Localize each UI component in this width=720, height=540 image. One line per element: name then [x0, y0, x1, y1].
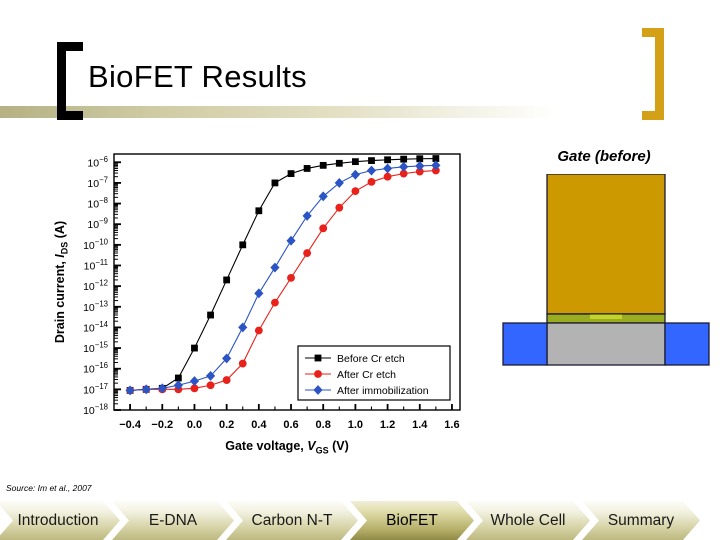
series-marker: [335, 203, 344, 212]
y-axis-tick-label: 10−12: [83, 279, 108, 294]
section-navigation-bar: Introduction E-DNA Carbon N-T BioFET Whole C…: [0, 501, 720, 540]
series-marker: [239, 241, 247, 249]
title-accent-bar: [0, 106, 560, 118]
chart-legend: Before Cr etch After Cr etch After immobil…: [297, 345, 451, 401]
series-marker: [254, 326, 263, 335]
y-axis-tick-label: 10−9: [87, 217, 108, 232]
series-marker: [351, 187, 360, 196]
oxide-highlight: [590, 314, 622, 319]
series-marker: [384, 156, 391, 164]
series-marker: [287, 170, 295, 178]
series-marker: [319, 224, 328, 233]
series-marker: [335, 159, 343, 167]
y-axis-tick-label: 10−18: [83, 403, 108, 418]
series-marker: [206, 381, 215, 390]
series-marker: [303, 165, 311, 172]
x-axis-tick-label: 0.0: [187, 419, 202, 431]
biofet-transfer-curve-chart: 10−6 10−7 10−8 10−9 10−10 10−11 10−12 10−13 10−1…: [46, 148, 474, 458]
nav-tab-label: E-DNA: [148, 511, 198, 529]
series-marker: [271, 179, 279, 187]
nav-tab-whole-cell[interactable]: Whole Cell: [466, 501, 590, 540]
y-axis-tick-label: 10−10: [83, 237, 109, 252]
series-marker: [303, 249, 312, 258]
device-diagram-label: Gate (before): [557, 148, 651, 165]
nav-tab-e-dna[interactable]: E-DNA: [112, 501, 234, 540]
right-bracket-decoration: [642, 28, 664, 120]
left-bracket-decoration: [57, 42, 83, 120]
nav-tab-label: Summary: [607, 511, 675, 529]
series-marker: [255, 207, 263, 215]
source-citation: Source: Im et al., 2007: [6, 483, 92, 493]
x-axis-tick-label: 1.4: [412, 419, 428, 431]
nav-tab-label: BioFET: [386, 511, 438, 529]
series-marker: [191, 344, 198, 352]
legend-label: After Cr etch: [337, 369, 396, 381]
x-axis-tick-label: −0.2: [151, 419, 173, 431]
y-axis-tick-label: 10−7: [87, 175, 108, 190]
device-diagram-canvas: [502, 174, 710, 366]
device-cross-section-diagram: Gate (before): [490, 148, 718, 370]
nav-tab-carbon-n-t[interactable]: Carbon N-T: [226, 501, 358, 540]
y-axis-tick-label: 10−8: [87, 196, 108, 211]
x-axis-tick-label: 0.8: [316, 419, 331, 431]
x-axis-tick-label: 0.6: [283, 419, 298, 431]
legend-label: Before Cr etch: [337, 353, 405, 365]
series-marker: [222, 376, 231, 384]
x-axis-tick-label: 1.6: [444, 419, 459, 431]
chart-canvas: 10−6 10−7 10−8 10−9 10−10 10−11 10−12 10−13 10−1…: [53, 153, 461, 456]
x-axis-tick-label: 0.2: [219, 419, 234, 431]
series-marker: [223, 276, 231, 284]
series-marker: [238, 359, 247, 368]
y-axis-tick-label: 10−15: [83, 341, 109, 356]
series-marker: [287, 273, 295, 282]
x-axis-tick-label: 1.2: [380, 419, 395, 431]
y-axis-tick-label: 10−13: [83, 299, 108, 314]
y-axis-tick-label: 10−14: [83, 320, 109, 335]
x-axis-title: Gate voltage, VGS (V): [225, 439, 348, 456]
source-contact: [502, 322, 548, 366]
nav-tab-label: Carbon N-T: [251, 511, 333, 529]
series-marker: [367, 177, 376, 186]
legend-marker: [314, 370, 322, 378]
x-axis-tick-label: −0.4: [119, 419, 142, 431]
series-marker: [271, 298, 279, 307]
page-title: BioFET Results: [88, 59, 307, 94]
legend-label: After immobilization: [337, 385, 429, 397]
y-axis-tick-label: 10−6: [87, 155, 108, 170]
nav-tab-summary[interactable]: Summary: [582, 501, 700, 540]
y-axis-tick-label: 10−16: [83, 361, 108, 376]
x-axis-tick-label: 0.4: [251, 419, 267, 431]
nav-tab-label: Introduction: [17, 511, 99, 529]
series-marker: [351, 158, 359, 166]
slide-title-band: BioFET Results: [0, 0, 720, 140]
legend-marker: [314, 354, 322, 362]
series-marker: [400, 155, 408, 163]
nav-tab-label: Whole Cell: [490, 511, 566, 529]
drain-contact: [664, 322, 710, 366]
nav-tab-biofet[interactable]: BioFET: [350, 501, 474, 540]
nav-tab-introduction[interactable]: Introduction: [0, 501, 120, 540]
series-marker: [207, 311, 214, 319]
y-axis-title: Drain current, IDS (A): [53, 221, 70, 343]
y-axis-tick-label: 10−17: [83, 382, 108, 397]
x-axis-tick-label: 1.0: [348, 419, 363, 431]
series-marker: [319, 161, 327, 169]
gate-electrode: [546, 174, 666, 315]
series-marker: [368, 157, 375, 165]
channel-substrate: [546, 322, 666, 366]
series-marker: [383, 172, 392, 181]
y-axis-tick-label: 10−11: [84, 258, 108, 273]
